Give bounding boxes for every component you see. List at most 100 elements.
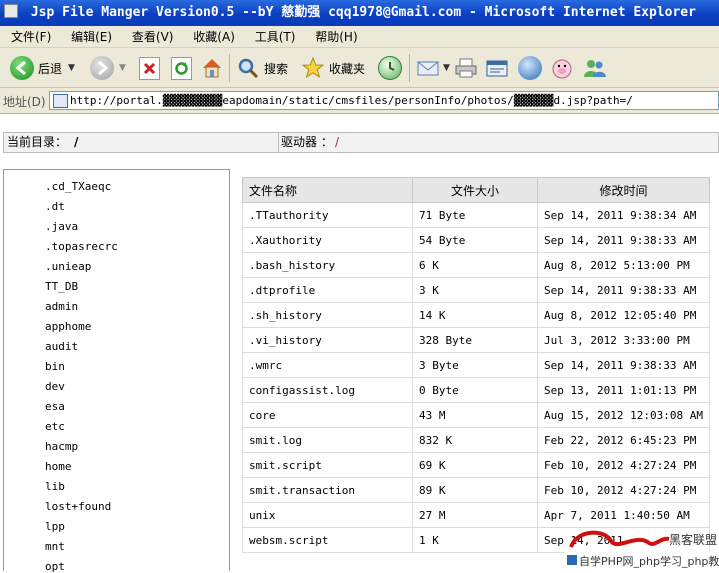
- file-modified: Feb 22, 2012 6:45:23 PM: [537, 427, 710, 453]
- spacer: [0, 153, 719, 169]
- file-size: 69 K: [412, 452, 538, 478]
- directory-link[interactable]: .dt: [45, 200, 65, 213]
- file-modified: Feb 10, 2012 4:27:24 PM: [537, 477, 710, 503]
- file-size: 27 M: [412, 502, 538, 528]
- file-size: 14 K: [412, 302, 538, 328]
- back-dropdown-icon[interactable]: ▼: [68, 63, 75, 73]
- address-bar: 地址(D) http://portal.▓▓▓▓▓▓▓▓▓eapdomain/s…: [0, 88, 719, 114]
- file-modified: Sep 14, 2011 9:38:33 AM: [537, 277, 710, 303]
- mail-dropdown-icon[interactable]: ▼: [443, 63, 450, 73]
- file-modified: Sep 14, 2011 9:38:33 AM: [537, 352, 710, 378]
- file-name[interactable]: websm.script: [242, 527, 413, 553]
- file-modified: Aug 8, 2012 5:13:00 PM: [537, 252, 710, 278]
- file-name[interactable]: .vi_history: [242, 327, 413, 353]
- stop-icon: [139, 56, 160, 80]
- directory-link[interactable]: lpp: [45, 520, 65, 533]
- file-name[interactable]: core: [242, 402, 413, 428]
- window-icon: [4, 4, 18, 18]
- directory-link[interactable]: lib: [45, 480, 65, 493]
- table-row[interactable]: smit.log 832 K Feb 22, 2012 6:45:23 PM: [242, 427, 710, 453]
- directory-link[interactable]: hacmp: [45, 440, 78, 453]
- drive-label: 驱动器 ：: [281, 135, 333, 149]
- directory-link[interactable]: lost+found: [45, 500, 111, 513]
- menu-file[interactable]: 文件(F): [3, 26, 59, 48]
- mail-button[interactable]: ▼: [416, 54, 450, 82]
- file-name[interactable]: .dtprofile: [242, 277, 413, 303]
- search-icon: [236, 56, 260, 80]
- file-name[interactable]: smit.transaction: [242, 477, 413, 503]
- table-row[interactable]: unix 27 M Apr 7, 2011 1:40:50 AM: [242, 502, 710, 528]
- directory-link[interactable]: opt: [45, 560, 65, 573]
- directory-link[interactable]: .unieap: [45, 260, 91, 273]
- table-row[interactable]: core 43 M Aug 15, 2012 12:03:08 AM: [242, 402, 710, 428]
- home-icon: [200, 56, 224, 80]
- table-row[interactable]: .vi_history 328 Byte Jul 3, 2012 3:33:00 P…: [242, 327, 710, 353]
- edit-button[interactable]: [485, 54, 509, 82]
- menu-view[interactable]: 查看(V): [124, 26, 182, 48]
- file-name[interactable]: configassist.log: [242, 377, 413, 403]
- directory-link[interactable]: TT_DB: [45, 280, 78, 293]
- directory-link[interactable]: apphome: [45, 320, 91, 333]
- file-name[interactable]: unix: [242, 502, 413, 528]
- refresh-button[interactable]: [171, 54, 192, 82]
- forward-button[interactable]: ▼: [90, 54, 126, 82]
- forward-arrow-icon: [90, 56, 114, 80]
- favorites-label: 收藏夹: [329, 61, 366, 76]
- directory-link[interactable]: etc: [45, 420, 65, 433]
- stop-button[interactable]: [139, 54, 160, 82]
- toolbar-separator: [409, 54, 410, 82]
- watermark-logo-text: 黑客联盟: [669, 533, 718, 547]
- history-button[interactable]: [378, 54, 402, 82]
- search-button[interactable]: 搜索: [236, 54, 288, 82]
- file-name[interactable]: .TTauthority: [242, 202, 413, 228]
- directory-link[interactable]: dev: [45, 380, 65, 393]
- discuss-button[interactable]: [518, 54, 542, 82]
- file-name[interactable]: .Xauthority: [242, 227, 413, 253]
- print-button[interactable]: [454, 54, 478, 82]
- file-size: 832 K: [412, 427, 538, 453]
- table-row[interactable]: configassist.log 0 Byte Sep 13, 2011 1:01:…: [242, 377, 710, 403]
- table-row[interactable]: .sh_history 14 K Aug 8, 2012 12:05:40 PM: [242, 302, 710, 328]
- file-name[interactable]: .wmrc: [242, 352, 413, 378]
- directory-link[interactable]: mnt: [45, 540, 65, 553]
- address-url: http://portal.▓▓▓▓▓▓▓▓▓eapdomain/static/…: [70, 94, 633, 107]
- menu-tools[interactable]: 工具(T): [247, 26, 304, 48]
- table-row[interactable]: .TTauthority 71 Byte Sep 14, 2011 9:38:34 …: [242, 202, 710, 228]
- directory-link[interactable]: .topasrecrc: [45, 240, 118, 253]
- spacer: [0, 114, 719, 132]
- directory-link[interactable]: admin: [45, 300, 78, 313]
- file-name[interactable]: .bash_history: [242, 252, 413, 278]
- table-row[interactable]: .wmrc 3 Byte Sep 14, 2011 9:38:33 AM: [242, 352, 710, 378]
- file-modified: Jul 3, 2012 3:33:00 PM: [537, 327, 710, 353]
- contacts-button[interactable]: [583, 54, 607, 82]
- table-header-row: 文件名称 文件大小 修改时间: [242, 177, 710, 203]
- messenger-button[interactable]: [550, 54, 574, 82]
- menu-help[interactable]: 帮助(H): [307, 26, 365, 48]
- home-button[interactable]: [200, 54, 224, 82]
- directory-link[interactable]: audit: [45, 340, 78, 353]
- table-row[interactable]: .bash_history 6 K Aug 8, 2012 5:13:00 PM: [242, 252, 710, 278]
- table-row[interactable]: smit.script 69 K Feb 10, 2012 4:27:24 PM: [242, 452, 710, 478]
- directory-link[interactable]: .cd_TXaeqc: [45, 180, 111, 193]
- file-name[interactable]: smit.script: [242, 452, 413, 478]
- current-dir-value: /: [74, 135, 79, 149]
- directory-link[interactable]: esa: [45, 400, 65, 413]
- menu-favorites[interactable]: 收藏(A): [185, 26, 243, 48]
- table-row[interactable]: .Xauthority 54 Byte Sep 14, 2011 9:38:33 A…: [242, 227, 710, 253]
- table-row[interactable]: .dtprofile 3 K Sep 14, 2011 9:38:33 AM: [242, 277, 710, 303]
- directory-link[interactable]: .java: [45, 220, 78, 233]
- forward-dropdown-icon[interactable]: ▼: [119, 63, 126, 73]
- file-modified: Apr 7, 2011 1:40:50 AM: [537, 502, 710, 528]
- favorites-button[interactable]: 收藏夹: [301, 54, 365, 82]
- directory-link[interactable]: bin: [45, 360, 65, 373]
- file-size: 89 K: [412, 477, 538, 503]
- address-input[interactable]: http://portal.▓▓▓▓▓▓▓▓▓eapdomain/static/…: [49, 91, 719, 110]
- file-name[interactable]: smit.log: [242, 427, 413, 453]
- drive-value[interactable]: /: [335, 133, 339, 152]
- directory-link[interactable]: home: [45, 460, 72, 473]
- back-button[interactable]: 后退 ▼: [10, 54, 75, 82]
- menu-edit[interactable]: 编辑(E): [63, 26, 120, 48]
- file-size: 1 K: [412, 527, 538, 553]
- file-name[interactable]: .sh_history: [242, 302, 413, 328]
- table-row[interactable]: smit.transaction 89 K Feb 10, 2012 4:27:24…: [242, 477, 710, 503]
